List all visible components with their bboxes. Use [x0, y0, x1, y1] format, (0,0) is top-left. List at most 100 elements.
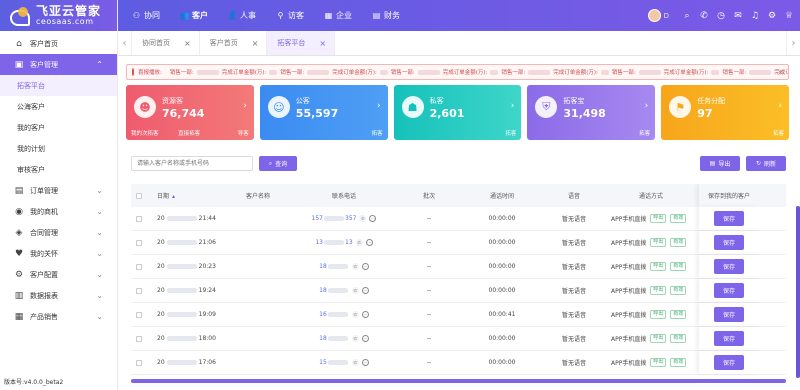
- close-icon[interactable]: ×: [777, 68, 784, 77]
- sort-icon[interactable]: ▴: [172, 193, 175, 200]
- horizontal-scrollbar[interactable]: [131, 379, 786, 383]
- card-link[interactable]: 拓客: [639, 129, 650, 137]
- close-icon[interactable]: ×: [184, 39, 191, 48]
- chevron-right-icon[interactable]: ›: [645, 101, 649, 111]
- top-nav-item[interactable]: ⚇ 协同: [132, 10, 160, 21]
- export-button[interactable]: ▤ 导出: [700, 156, 740, 171]
- search-icon[interactable]: ⌕: [682, 11, 692, 21]
- stat-card[interactable]: ⛨ 拓客宝 31,498 › 拓客: [527, 85, 656, 140]
- table-row[interactable]: 20 17:06 15 ✆ ··· -- 00:00:00 暂无语音 APP手机直拨呼…: [131, 351, 786, 375]
- vertical-scrollbar[interactable]: [796, 206, 800, 378]
- sidebar-item[interactable]: ♥ 我的关怀 ⌄: [0, 243, 117, 264]
- tab-scroll-right-icon[interactable]: ›: [786, 31, 800, 55]
- save-button[interactable]: 保存: [714, 331, 744, 346]
- submenu-item[interactable]: 拓客平台: [0, 75, 117, 96]
- message-icon[interactable]: ···: [369, 215, 377, 222]
- phone-cell[interactable]: 13 13 ✆ ···: [289, 239, 399, 246]
- row-checkbox[interactable]: [136, 263, 142, 270]
- stat-card[interactable]: ⚑ 任务分配 97 › 拓客: [661, 85, 789, 140]
- top-nav-item[interactable]: ▤ 财务: [372, 10, 400, 21]
- sidebar-item[interactable]: ▦ 产品销售 ⌄: [0, 306, 117, 327]
- tab[interactable]: 拓客平台 ×: [267, 31, 336, 55]
- phone-cell[interactable]: 18 ✆ ···: [289, 335, 399, 342]
- table-row[interactable]: 20 20:23 18 ✆ ··· -- 00:00:00 暂无语音 APP手机直拨呼…: [131, 255, 786, 279]
- message-icon[interactable]: ···: [361, 311, 369, 318]
- stat-card[interactable]: ☗ 私客 2,601 › 拓客: [393, 85, 522, 140]
- table-row[interactable]: 20 21:44 157 357 ✆ ··· -- 00:00:00 暂无语音 APP手…: [131, 207, 786, 231]
- call-icon[interactable]: ✆: [355, 239, 363, 246]
- phone-cell[interactable]: 18 ✆ ···: [289, 287, 399, 294]
- sidebar-item[interactable]: ◉ 我的商机 ⌄: [0, 201, 117, 222]
- save-button[interactable]: 保存: [714, 211, 744, 226]
- col-date[interactable]: 日期 ▴: [147, 191, 227, 200]
- top-nav-item[interactable]: ⚲ 访客: [276, 10, 304, 21]
- message-icon[interactable]: ···: [361, 263, 369, 270]
- tab[interactable]: 协同首页 ×: [132, 31, 200, 55]
- call-icon[interactable]: ✆: [351, 335, 359, 342]
- call-icon[interactable]: ✆: [359, 215, 367, 222]
- sidebar-item[interactable]: ◈ 合同管理 ⌄: [0, 222, 117, 243]
- chevron-right-icon[interactable]: ›: [243, 101, 247, 111]
- bell-icon[interactable]: ♫: [750, 11, 760, 21]
- tab[interactable]: 客户首页 ×: [200, 31, 268, 55]
- message-icon[interactable]: ···: [361, 287, 369, 294]
- close-icon[interactable]: ×: [252, 39, 259, 48]
- tab-scroll-left-icon[interactable]: ‹: [118, 31, 132, 55]
- card-link[interactable]: 导客: [238, 129, 249, 137]
- call-icon[interactable]: ✆: [351, 359, 359, 366]
- row-checkbox[interactable]: [136, 215, 142, 222]
- select-all-checkbox[interactable]: [136, 192, 142, 199]
- card-link[interactable]: 直接拓客: [178, 129, 200, 137]
- row-checkbox[interactable]: [136, 239, 142, 246]
- save-button[interactable]: 保存: [714, 259, 744, 274]
- card-link[interactable]: 我的次拓客: [131, 129, 159, 137]
- submenu-item[interactable]: 公海客户: [0, 96, 117, 117]
- user-name[interactable]: D: [664, 12, 669, 20]
- top-nav-item[interactable]: ▦ 企业: [324, 10, 352, 21]
- sidebar-item[interactable]: ▥ 数据报表 ⌄: [0, 285, 117, 306]
- sidebar-item[interactable]: ⚙ 客户配置 ⌄: [0, 264, 117, 285]
- shirt-icon[interactable]: ♕: [784, 11, 794, 21]
- message-icon[interactable]: ···: [361, 335, 369, 342]
- stat-card[interactable]: ☻ 资源客 76,744 › 我的次拓客 直接拓客 导客: [126, 85, 254, 140]
- top-nav-item[interactable]: 👤 人事: [228, 10, 256, 21]
- settings-icon[interactable]: ⚙: [767, 11, 777, 21]
- avatar[interactable]: [647, 9, 661, 22]
- submenu-item[interactable]: 我的客户: [0, 117, 117, 138]
- chevron-right-icon[interactable]: ›: [778, 101, 782, 111]
- phone-cell[interactable]: 15 ✆ ···: [289, 359, 399, 366]
- refresh-button[interactable]: ↻ 刷新: [746, 156, 786, 171]
- call-icon[interactable]: ✆: [351, 263, 359, 270]
- logo[interactable]: 飞亚云管家 ceosaas.com: [0, 0, 117, 31]
- row-checkbox[interactable]: [136, 359, 142, 366]
- sidebar-item[interactable]: ▤ 订单管理 ⌄: [0, 180, 117, 201]
- phone-cell[interactable]: 18 ✆ ···: [289, 263, 399, 270]
- table-row[interactable]: 20 18:00 18 ✆ ··· -- 00:00:00 暂无语音 APP手机直拨呼…: [131, 327, 786, 351]
- table-row[interactable]: 20 19:09 16 ✆ ··· -- 00:00:41 暂无语音 APP手机直拨呼…: [131, 303, 786, 327]
- save-button[interactable]: 保存: [714, 307, 744, 322]
- search-button[interactable]: ⌕ 查询: [259, 156, 297, 171]
- message-icon[interactable]: ···: [365, 239, 373, 246]
- clock-icon[interactable]: ◷: [716, 11, 726, 21]
- top-nav-item[interactable]: 👥 客户: [180, 10, 208, 21]
- stat-card[interactable]: ☺ 公客 55,597 › 拓客: [259, 85, 388, 140]
- phone-cell[interactable]: 16 ✆ ···: [289, 311, 399, 318]
- table-row[interactable]: 20 21:06 13 13 ✆ ··· -- 00:00:00 暂无语音 APP手机直…: [131, 231, 786, 255]
- row-checkbox[interactable]: [136, 287, 142, 294]
- phone-cell[interactable]: 157 357 ✆ ···: [289, 215, 399, 222]
- table-row[interactable]: 20 19:24 18 ✆ ··· -- 00:00:00 暂无语音 APP手机直拨呼…: [131, 279, 786, 303]
- row-checkbox[interactable]: [136, 311, 142, 318]
- phone-icon[interactable]: ✆: [699, 11, 709, 21]
- save-button[interactable]: 保存: [714, 283, 744, 298]
- chevron-right-icon[interactable]: ›: [377, 101, 381, 111]
- submenu-item[interactable]: 审核客户: [0, 159, 117, 180]
- call-icon[interactable]: ✆: [351, 287, 359, 294]
- mail-icon[interactable]: ✉: [733, 11, 743, 21]
- chevron-right-icon[interactable]: ›: [511, 101, 515, 111]
- search-input[interactable]: [131, 156, 253, 171]
- sidebar-item[interactable]: ⌂ 客户首页: [0, 33, 117, 54]
- card-link[interactable]: 拓客: [372, 129, 383, 137]
- save-button[interactable]: 保存: [714, 355, 744, 370]
- save-button[interactable]: 保存: [714, 235, 744, 250]
- row-checkbox[interactable]: [136, 335, 142, 342]
